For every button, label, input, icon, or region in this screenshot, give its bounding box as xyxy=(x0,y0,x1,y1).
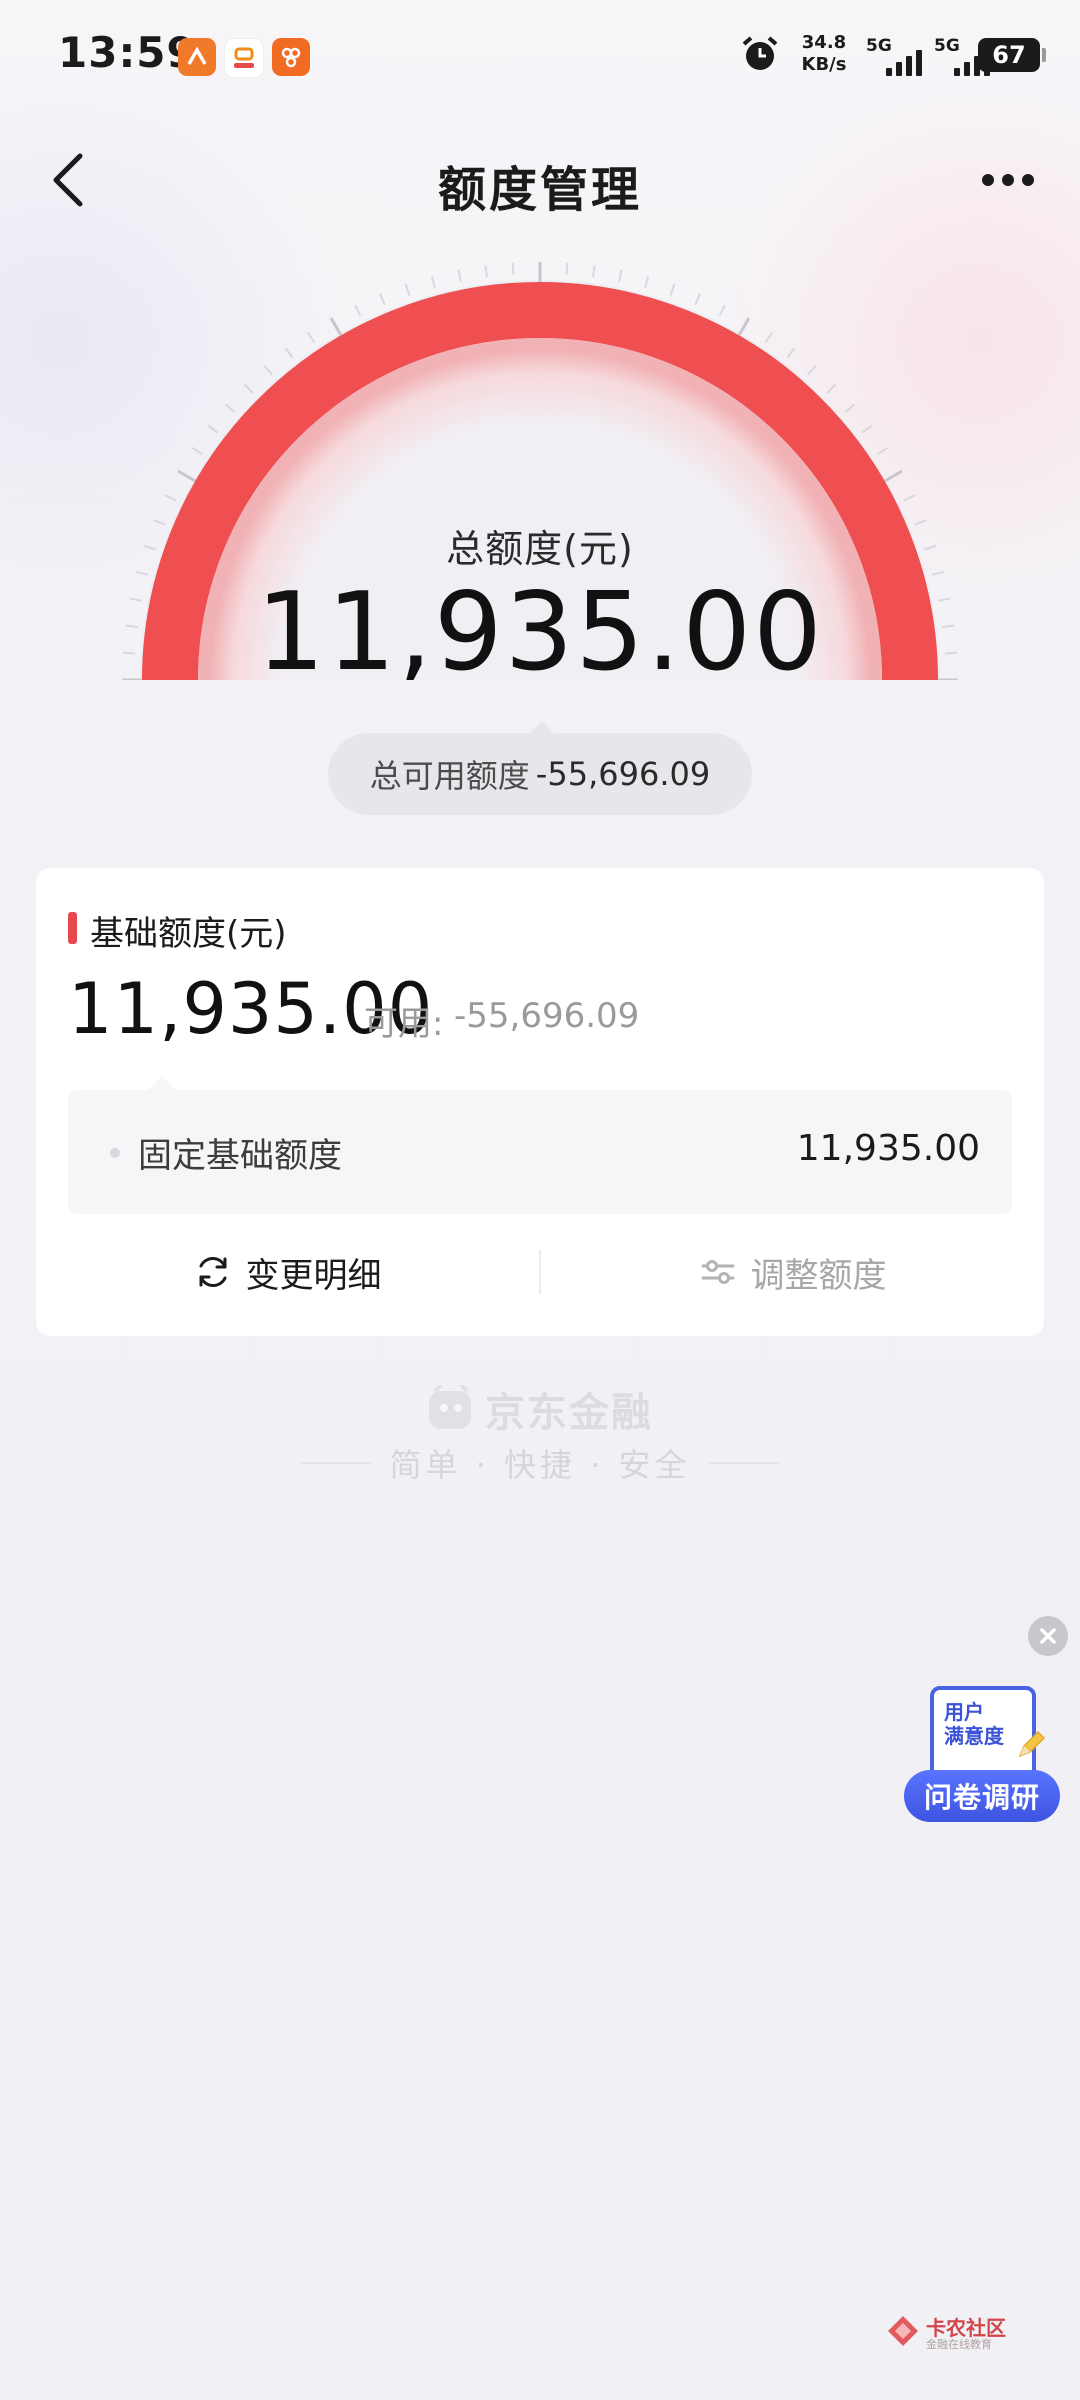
card-title-accent xyxy=(68,912,77,944)
gauge-tick xyxy=(877,446,889,456)
card-actions: 变更明细 调整额度 xyxy=(36,1232,1044,1312)
slogan-divider-right xyxy=(708,1462,779,1464)
gauge-tick xyxy=(225,403,236,414)
slogan-divider-left xyxy=(301,1462,372,1464)
network-speed-value: 34.8 xyxy=(801,32,847,53)
brand-slogan-row: 简单 · 快捷 · 安全 xyxy=(0,1440,1080,1486)
card-title: 基础额度(元) xyxy=(90,914,287,954)
more-dot-icon xyxy=(1022,174,1034,186)
gauge-tick xyxy=(844,403,855,414)
gauge-tick xyxy=(883,469,903,483)
base-limit-card: 基础额度(元) 11,935.00 可用: -55,696.09 固定基础额度 … xyxy=(36,868,1044,1336)
gauge-tick xyxy=(306,331,316,343)
app-notification-icon-2 xyxy=(224,38,264,78)
gauge-tick xyxy=(284,347,294,359)
gauge-tick xyxy=(826,383,837,394)
status-bar: 13:59 34.8 KB/s 5G 5G 67 xyxy=(0,0,1080,110)
jd-finance-logo-icon xyxy=(429,1385,471,1429)
gauge-tick xyxy=(737,317,751,337)
fixed-base-limit-value: 11,935.00 xyxy=(796,1128,980,1169)
brand-slogan: 简单 · 快捷 · 安全 xyxy=(389,1446,691,1484)
gauge-tick xyxy=(618,269,623,282)
more-dot-icon xyxy=(982,174,994,186)
battery-level: 67 xyxy=(992,41,1026,69)
survey-widget[interactable]: 用户 满意度 问卷调研 xyxy=(904,1686,1060,1826)
battery-icon: 67 xyxy=(978,38,1046,72)
pencil-icon xyxy=(1018,1730,1046,1758)
gauge-tick xyxy=(694,293,701,306)
gauge-tick xyxy=(164,494,177,502)
gauge-tick xyxy=(243,383,254,394)
gauge-tick xyxy=(177,469,197,483)
alarm-icon xyxy=(742,36,778,70)
total-available-value: -55,696.09 xyxy=(535,755,711,793)
gauge-tick xyxy=(457,269,462,282)
refresh-icon xyxy=(199,1256,226,1288)
app-notification-icon-1 xyxy=(178,38,216,76)
sliders-icon xyxy=(701,1260,734,1284)
gauge-tick xyxy=(764,331,774,343)
gauge-tick xyxy=(354,304,362,317)
status-time: 13:59 xyxy=(58,28,197,77)
brand-name: 京东金融 xyxy=(485,1390,653,1436)
app-notification-icon-3 xyxy=(272,38,310,76)
community-watermark: 卡农社区 金融在线教育 xyxy=(886,2308,1016,2358)
brand-watermark: 京东金融 简单 · 快捷 · 安全 xyxy=(0,1380,1080,1490)
network-speed-unit: KB/s xyxy=(801,54,847,75)
survey-close-button[interactable] xyxy=(1028,1616,1068,1656)
nav-bar: 额度管理 xyxy=(0,130,1080,230)
gauge-tick xyxy=(511,262,515,275)
adjust-limit-label: 调整额度 xyxy=(750,1255,887,1296)
survey-doc-title-line2: 满意度 xyxy=(944,1724,1004,1748)
survey-button[interactable]: 问卷调研 xyxy=(904,1770,1060,1822)
network-speed: 34.8 KB/s xyxy=(794,32,854,76)
page: 13:59 34.8 KB/s 5G 5G 67 额度管理 总额度(元) 11,… xyxy=(0,0,1080,2400)
gauge-tick xyxy=(644,275,650,289)
survey-doc-title-line1: 用户 xyxy=(944,1700,984,1724)
gauge-tick xyxy=(484,265,488,278)
gauge-label: 总额度(元) xyxy=(446,527,634,571)
page-title: 额度管理 xyxy=(437,162,642,218)
gauge-tick xyxy=(669,283,676,296)
gauge-tick xyxy=(718,304,726,317)
total-limit-gauge: 总额度(元) 11,935.00 xyxy=(0,260,1080,680)
signal-sim1: 5G xyxy=(866,36,932,76)
adjust-limit-button[interactable]: 调整额度 xyxy=(541,1232,1044,1312)
gauge-tick xyxy=(592,265,596,278)
gauge-tick xyxy=(379,293,386,306)
gauge-tick xyxy=(191,446,203,456)
close-icon xyxy=(1040,1628,1056,1644)
gauge-total-amount: 11,935.00 xyxy=(256,570,824,681)
fixed-base-limit-row: 固定基础额度 11,935.00 xyxy=(68,1076,1012,1214)
more-dot-icon xyxy=(1002,174,1014,186)
survey-doc-title: 用户 满意度 xyxy=(944,1700,1004,1748)
bullet-dot-icon xyxy=(110,1148,120,1158)
gauge-tick xyxy=(786,347,796,359)
gauge-tick xyxy=(263,365,274,376)
community-logo-icon xyxy=(888,2316,918,2346)
change-detail-button[interactable]: 变更明细 xyxy=(36,1232,539,1312)
brand-logo-row: 京东金融 xyxy=(0,1380,1080,1438)
gauge-tick xyxy=(565,262,569,275)
gauge-tick xyxy=(903,494,916,502)
total-available-label: 总可用额度 xyxy=(369,757,530,795)
gauge-tick xyxy=(329,317,343,337)
more-options-button[interactable] xyxy=(972,160,1044,200)
base-available-value: -55,696.09 xyxy=(454,996,640,1036)
total-available-pill: 总可用额度 -55,696.09 xyxy=(328,721,752,815)
gauge-tick xyxy=(430,275,436,289)
gauge-tick xyxy=(861,424,873,434)
gauge-tick xyxy=(806,365,817,376)
change-detail-label: 变更明细 xyxy=(245,1255,382,1296)
community-subtitle: 金融在线教育 xyxy=(926,2338,992,2351)
signal-bars-icon xyxy=(886,50,922,76)
fixed-base-limit-label: 固定基础额度 xyxy=(138,1136,342,1176)
gauge-tick xyxy=(207,424,219,434)
base-available-label: 可用: xyxy=(364,1004,444,1044)
gauge-tick xyxy=(404,283,411,296)
